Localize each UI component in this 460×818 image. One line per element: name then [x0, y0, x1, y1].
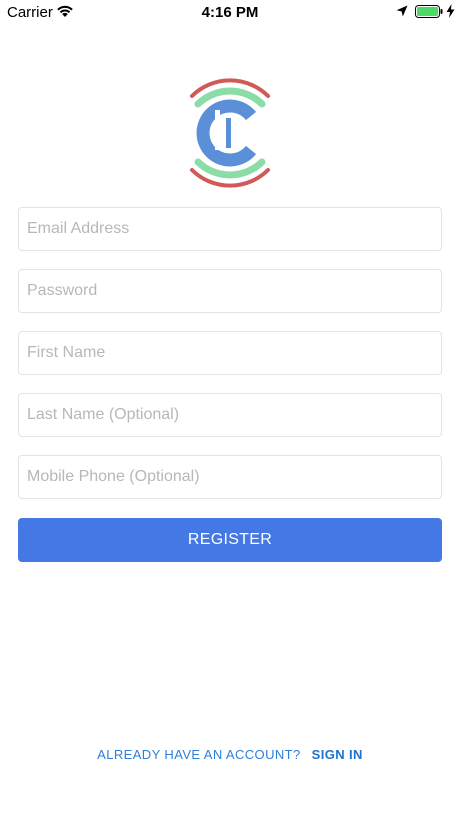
status-bar: Carrier 4:16 PM	[0, 0, 460, 24]
app-logo	[190, 78, 270, 188]
battery-icon	[415, 5, 443, 18]
register-button[interactable]: REGISTER	[18, 518, 442, 562]
clock: 4:16 PM	[201, 4, 259, 21]
email-field[interactable]	[18, 207, 442, 251]
sign-in-link[interactable]: SIGN IN	[312, 747, 363, 762]
charging-bolt-icon	[446, 4, 455, 18]
first-name-field[interactable]	[18, 331, 442, 375]
already-have-account-label: ALREADY HAVE AN ACCOUNT?	[97, 747, 301, 762]
password-field[interactable]	[18, 269, 442, 313]
sign-in-prompt: ALREADY HAVE AN ACCOUNT? SIGN IN	[0, 747, 460, 762]
mobile-phone-field[interactable]	[18, 455, 442, 499]
location-arrow-icon	[396, 5, 408, 17]
last-name-field[interactable]	[18, 393, 442, 437]
